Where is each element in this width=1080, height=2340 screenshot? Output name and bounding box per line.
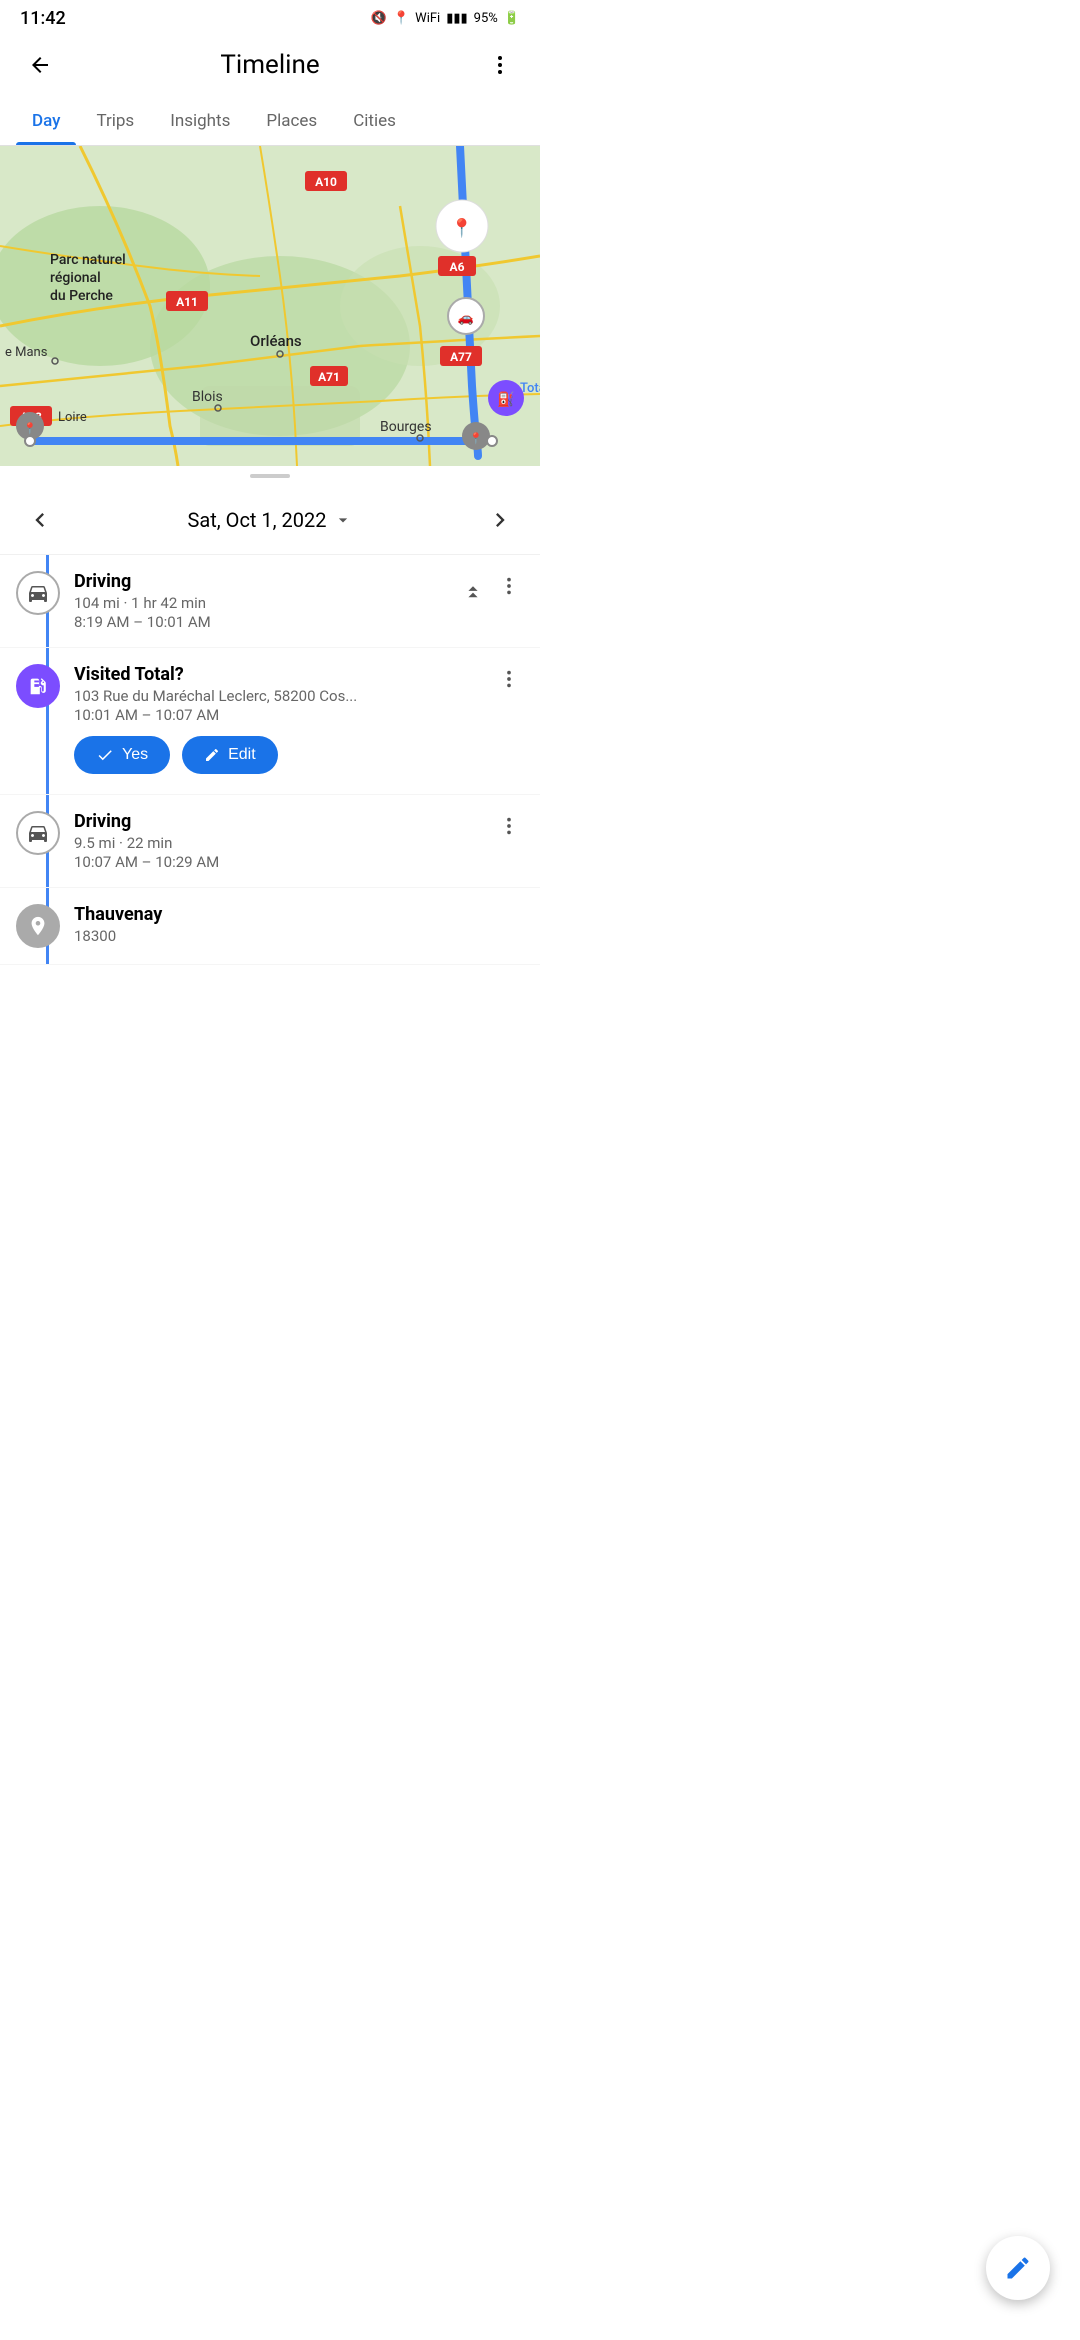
svg-text:A10: A10 (315, 175, 337, 189)
svg-text:A11: A11 (176, 295, 198, 309)
map-svg: A28 A10 A11 A6 A77 A71 Parc naturel régi… (0, 146, 540, 466)
drag-handle[interactable] (250, 474, 290, 478)
mute-icon: 🔇 (371, 11, 387, 26)
thauvenay-content: Thauvenay 18300 (74, 904, 524, 946)
driving-1-time: 8:19 AM – 10:01 AM (74, 613, 454, 631)
tab-trips[interactable]: Trips (80, 97, 150, 145)
timeline-item-gas: Visited Total? 103 Rue du Maréchal Lecle… (0, 648, 540, 795)
svg-text:🚗: 🚗 (458, 311, 474, 326)
car-icon-2 (26, 821, 50, 845)
date-selector[interactable]: Sat, Oct 1, 2022 (187, 508, 352, 532)
checkmark-icon (96, 746, 114, 764)
collapse-button-1[interactable] (462, 578, 484, 600)
page-title: Timeline (60, 50, 480, 80)
chevron-down-icon (333, 510, 353, 530)
prev-day-button[interactable] (20, 500, 60, 540)
more-options-button[interactable] (480, 45, 520, 85)
svg-text:Bourges: Bourges (380, 419, 432, 435)
driving-2-actions (494, 811, 524, 847)
svg-text:📍: 📍 (451, 217, 473, 239)
thauvenay-title: Thauvenay (74, 904, 524, 925)
driving-1-content: Driving 104 mi · 1 hr 42 min 8:19 AM – 1… (74, 571, 454, 631)
timeline-item-driving-1: Driving 104 mi · 1 hr 42 min 8:19 AM – 1… (0, 555, 540, 648)
svg-text:Orléans: Orléans (250, 332, 302, 350)
signal-icon: ▮▮▮ (446, 11, 467, 26)
svg-text:du Perche: du Perche (50, 288, 113, 304)
wifi-icon: WiFi (415, 11, 440, 26)
driving-icon-2 (16, 811, 60, 855)
tab-day[interactable]: Day (16, 97, 76, 145)
next-day-button[interactable] (480, 500, 520, 540)
current-date: Sat, Oct 1, 2022 (187, 508, 326, 532)
driving-icon-1 (16, 571, 60, 615)
collapse-icon (462, 578, 484, 600)
more-vert-icon-1 (498, 575, 520, 597)
driving-1-actions (462, 571, 524, 607)
back-button[interactable] (20, 45, 60, 85)
more-vert-icon-2 (498, 668, 520, 690)
pencil-icon-btn (204, 747, 220, 763)
more-button-1[interactable] (494, 571, 524, 607)
svg-text:Tota: Tota (520, 381, 540, 396)
timeline-item-thauvenay: Thauvenay 18300 (0, 888, 540, 965)
gas-actions (494, 664, 524, 700)
svg-text:A6: A6 (450, 260, 465, 274)
more-vert-icon (488, 53, 512, 77)
svg-text:📍: 📍 (23, 422, 37, 435)
thauvenay-sub: 18300 (74, 927, 524, 945)
driving-2-content: Driving 9.5 mi · 22 min 10:07 AM – 10:29… (74, 811, 486, 871)
yes-button-label: Yes (122, 746, 148, 764)
back-arrow-icon (28, 53, 52, 77)
gas-sub: 103 Rue du Maréchal Leclerc, 58200 Cos..… (74, 687, 486, 705)
battery-text: 95% (474, 11, 498, 26)
svg-text:Loire: Loire (58, 410, 87, 425)
edit-button[interactable]: Edit (182, 736, 278, 774)
fab-pencil-icon (1004, 2254, 1032, 2282)
gas-time: 10:01 AM – 10:07 AM (74, 706, 486, 724)
gas-title: Visited Total? (74, 664, 486, 685)
svg-text:⛽: ⛽ (497, 391, 514, 408)
tab-cities[interactable]: Cities (337, 97, 412, 145)
tab-insights[interactable]: Insights (154, 97, 246, 145)
edit-button-label: Edit (228, 746, 256, 764)
svg-text:A71: A71 (318, 370, 340, 384)
map-view[interactable]: A28 A10 A11 A6 A77 A71 Parc naturel régi… (0, 146, 540, 466)
prev-arrow-icon (26, 506, 54, 534)
gas-icon (16, 664, 60, 708)
timeline: Driving 104 mi · 1 hr 42 min 8:19 AM – 1… (0, 554, 540, 965)
driving-2-title: Driving (74, 811, 486, 832)
more-vert-icon-3 (498, 815, 520, 837)
car-icon (26, 581, 50, 605)
date-navigation: Sat, Oct 1, 2022 (0, 486, 540, 554)
driving-2-sub: 9.5 mi · 22 min (74, 834, 486, 852)
status-bar: 11:42 🔇 📍 WiFi ▮▮▮ 95% 🔋 (0, 0, 540, 33)
svg-text:e Mans: e Mans (5, 345, 48, 360)
svg-text:A77: A77 (450, 350, 472, 364)
tab-places[interactable]: Places (250, 97, 333, 145)
svg-text:📍: 📍 (469, 432, 483, 445)
svg-text:Parc naturel: Parc naturel (50, 252, 126, 268)
timeline-item-driving-2: Driving 9.5 mi · 22 min 10:07 AM – 10:29… (0, 795, 540, 888)
battery-icon: 🔋 (504, 11, 520, 26)
fab-edit-button[interactable] (986, 2236, 1050, 2300)
driving-2-time: 10:07 AM – 10:29 AM (74, 853, 486, 871)
fuel-icon (27, 675, 49, 697)
gas-content: Visited Total? 103 Rue du Maréchal Lecle… (74, 664, 486, 774)
pin-icon (27, 915, 49, 937)
yes-edit-row: Yes Edit (74, 736, 486, 774)
place-icon (16, 904, 60, 948)
app-bar: Timeline (0, 33, 540, 97)
svg-text:régional: régional (50, 270, 101, 286)
status-icons: 🔇 📍 WiFi ▮▮▮ 95% 🔋 (371, 11, 520, 26)
driving-1-sub: 104 mi · 1 hr 42 min (74, 594, 454, 612)
more-button-2[interactable] (494, 664, 524, 700)
location-icon: 📍 (393, 11, 409, 26)
driving-1-title: Driving (74, 571, 454, 592)
svg-text:Blois: Blois (192, 389, 223, 405)
next-arrow-icon (486, 506, 514, 534)
status-time: 11:42 (20, 8, 66, 29)
tabs-bar: Day Trips Insights Places Cities (0, 97, 540, 146)
more-button-3[interactable] (494, 811, 524, 847)
yes-button[interactable]: Yes (74, 736, 170, 774)
